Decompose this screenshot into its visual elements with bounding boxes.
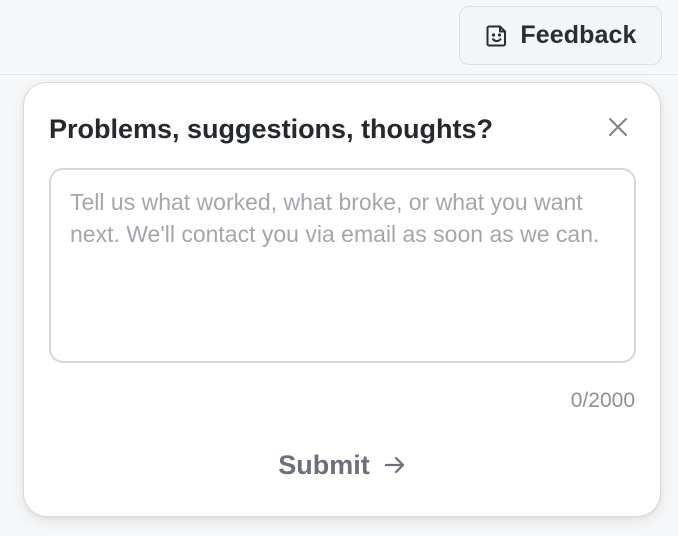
feedback-textarea[interactable] bbox=[51, 170, 634, 361]
submit-button-label: Submit bbox=[278, 449, 370, 480]
submit-button[interactable]: Submit bbox=[252, 445, 432, 485]
feedback-panel: Problems, suggestions, thoughts? 0/2000 … bbox=[23, 82, 661, 517]
close-icon bbox=[608, 117, 628, 137]
feedback-button-label: Feedback bbox=[520, 21, 637, 49]
feedback-textarea-container bbox=[49, 168, 636, 363]
arrow-right-icon bbox=[384, 454, 406, 476]
close-button[interactable] bbox=[604, 113, 632, 141]
top-bar: Feedback bbox=[0, 0, 678, 75]
panel-title: Problems, suggestions, thoughts? bbox=[49, 114, 494, 144]
character-count: 0/2000 bbox=[570, 389, 635, 412]
feedback-button[interactable]: Feedback bbox=[459, 6, 662, 65]
smiley-note-icon bbox=[484, 23, 510, 49]
